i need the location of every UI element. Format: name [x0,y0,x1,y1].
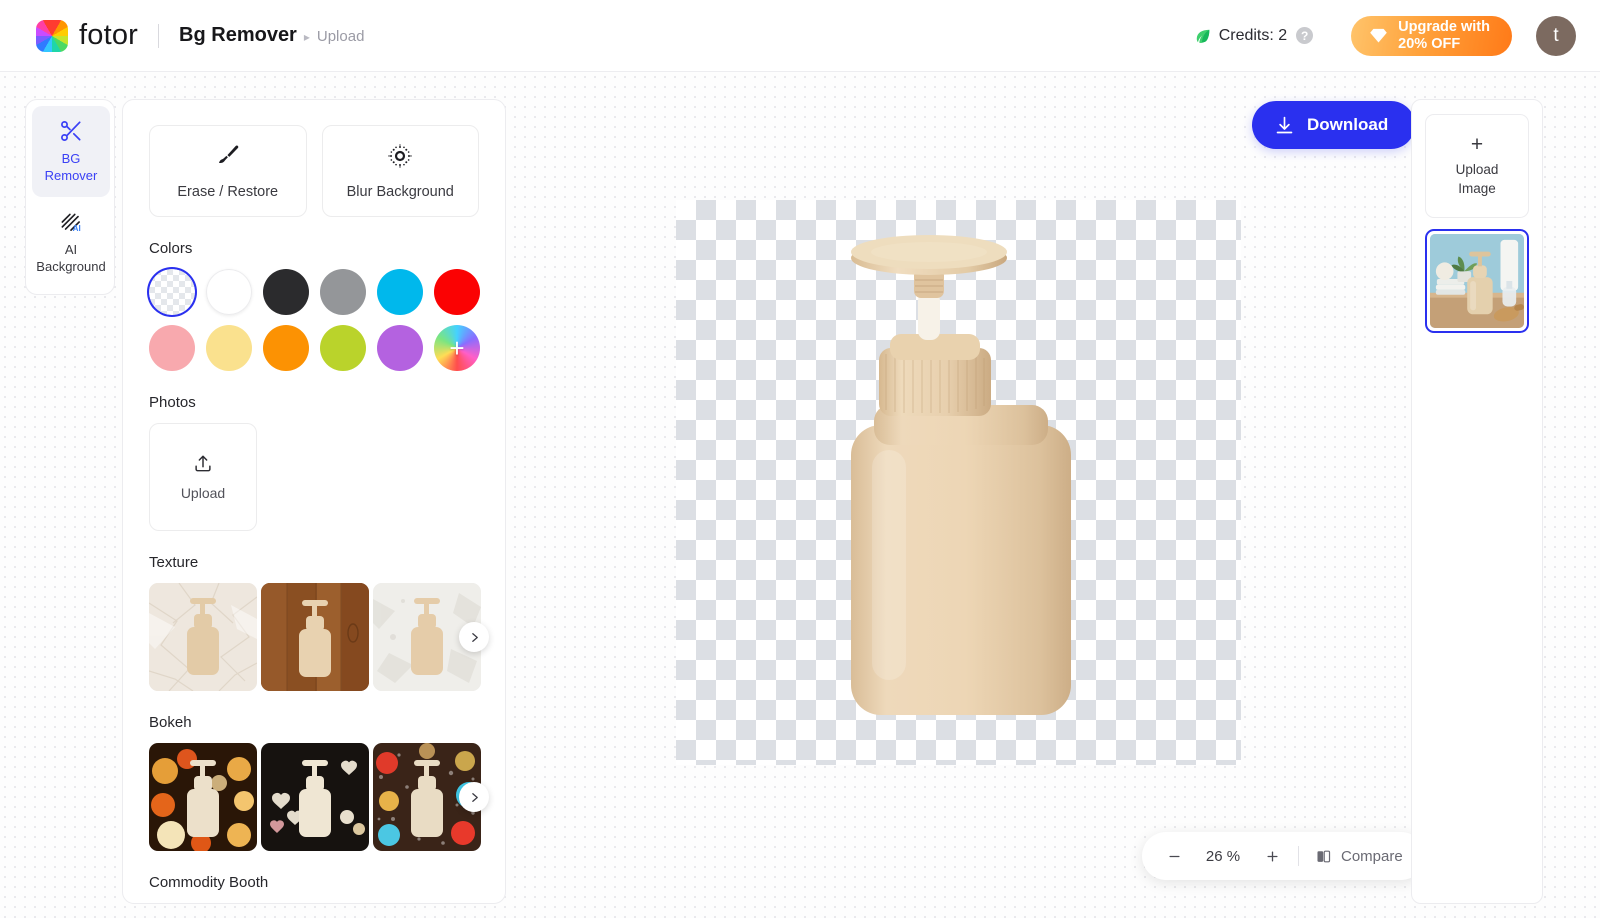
bathroom-soap-dispenser-thumbnail [1430,234,1524,328]
bg-remover-label-line2: Remover [44,167,98,183]
color-picker-swatch[interactable]: + [434,325,480,371]
color-swatch-orange[interactable] [263,325,309,371]
brand[interactable]: fotor [36,19,138,52]
bokeh-carousel [149,743,489,851]
ai-bg-label-line1: AI [64,241,78,257]
help-icon[interactable]: ? [1296,27,1314,44]
credits-label: Credits: 2 [1218,26,1288,44]
download-arrow-icon [1276,116,1293,133]
sidebar-item-ai-background-label: AI Background [36,242,105,276]
chevron-right-icon [471,792,478,802]
mode-buttons: Erase / Restore Blur Background [149,125,479,217]
svg-text:AI: AI [73,224,81,233]
compare-button[interactable]: Compare [1315,848,1403,865]
plus-icon [1266,850,1278,862]
logo-text: fotor [79,19,139,51]
photos-upload-button[interactable]: Upload [149,423,257,531]
zoom-toolbar-divider [1298,846,1299,866]
color-swatch-transparent[interactable] [149,269,195,315]
upgrade-button-label: Upgrade with 20% OFF [1398,19,1490,52]
settings-panel-content: Erase / Restore Blur Background Colors +… [123,100,505,903]
sidebar-item-bg-remover[interactable]: BG Remover [32,106,110,197]
zoom-out-button[interactable] [1164,846,1184,866]
upload-image-label: Upload Image [1456,161,1499,198]
header-divider [158,23,160,48]
compare-button-label: Compare [1341,847,1403,865]
bokeh-thumb-orange-lights[interactable] [149,743,257,851]
compare-icon [1317,850,1331,862]
plus-icon: + [1470,132,1484,156]
upload-image-line1: Upload [1455,161,1499,177]
blur-background-button[interactable]: Blur Background [321,125,479,217]
color-swatch-purple[interactable] [377,325,423,371]
color-swatch-black[interactable] [263,269,309,315]
minus-icon [1168,855,1180,857]
breadcrumb-separator-icon: ▸ [303,30,310,44]
color-swatch-lime[interactable] [320,325,366,371]
color-swatch-pink[interactable] [149,325,195,371]
color-swatch-yellow[interactable] [206,325,252,371]
bokeh-thumb-hearts[interactable] [261,743,369,851]
workspace: BG Remover AI AI Background Erase / Rest… [0,72,1600,918]
blur-background-label: Blur Background [346,184,454,200]
paint-brush-icon [218,145,239,164]
color-wheel-icon [36,19,68,52]
zoom-in-button[interactable] [1262,846,1282,866]
bokeh-thumb-row [149,743,481,851]
breadcrumb-main: Bg Remover [179,24,297,46]
texture-thumb-row [149,583,481,691]
photos-section-title: Photos [149,394,196,411]
scissors-icon [61,121,81,141]
settings-panel: Erase / Restore Blur Background Colors +… [122,99,506,904]
texture-next-button[interactable] [459,622,489,652]
upload-image-button[interactable]: + Upload Image [1425,114,1529,218]
credits-display[interactable]: Credits: 2 ? [1194,26,1314,45]
blur-dots-icon [388,144,412,168]
breadcrumb-sub[interactable]: Upload [317,28,365,45]
colors-section-title: Colors [149,240,193,257]
image-rail: + Upload Image [1411,99,1543,904]
zoom-toolbar: 26 % Compare [1142,832,1425,880]
avatar[interactable]: t [1536,15,1576,56]
texture-carousel [149,583,489,691]
top-bar: fotor Bg Remover ▸ Upload Credits: 2 ? U… [0,0,1600,72]
leaf-icon [1196,29,1209,43]
commodity-booth-section-title: Commodity Booth [149,874,269,891]
zoom-level-value: 26 % [1205,847,1241,865]
upgrade-line-1: Upgrade with [1398,18,1490,35]
download-button[interactable]: Download [1252,101,1416,149]
color-swatch-grid: + [149,269,480,371]
color-swatch-red[interactable] [434,269,480,315]
erase-restore-label: Erase / Restore [177,184,279,200]
download-button-label: Download [1307,115,1389,134]
color-swatch-cyan[interactable] [377,269,423,315]
soap-dispenser-image [851,235,1071,715]
upgrade-button[interactable]: Upgrade with 20% OFF [1351,15,1512,56]
ai-bg-label-line2: Background [36,258,106,274]
texture-section-title: Texture [149,554,199,571]
diamond-icon [1370,28,1387,43]
texture-thumb-crumpled-paper[interactable] [149,583,257,691]
image-canvas[interactable] [676,200,1241,765]
tool-rail: BG Remover AI AI Background [25,99,115,295]
chevron-right-icon [471,632,478,642]
upload-arrow-icon [195,455,211,472]
ai-stripes-icon: AI [61,213,81,233]
bg-remover-label-line1: BG [61,151,81,166]
image-thumbnail-selected[interactable] [1425,229,1529,333]
bokeh-next-button[interactable] [459,782,489,812]
sidebar-item-ai-background[interactable]: AI AI Background [32,197,110,288]
texture-thumb-wood[interactable] [261,583,369,691]
upgrade-line-2: 20% OFF [1398,35,1461,52]
breadcrumb: Bg Remover ▸ Upload [179,24,364,47]
header-actions: Credits: 2 ? Upgrade with 20% OFF t [1194,15,1576,56]
photos-upload-label: Upload [180,485,226,501]
color-swatch-gray[interactable] [320,269,366,315]
color-swatch-white[interactable] [206,269,252,315]
sidebar-item-bg-remover-label: BG Remover [45,151,98,185]
bokeh-section-title: Bokeh [149,714,192,731]
upload-image-line2: Image [1458,180,1496,196]
erase-restore-button[interactable]: Erase / Restore [149,125,307,217]
